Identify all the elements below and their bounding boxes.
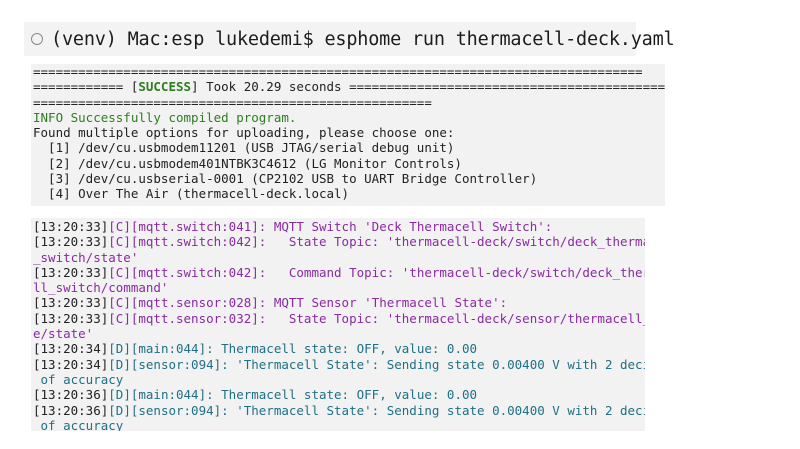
log-output-panel: [13:20:33][C][mqtt.switch:041]: MQTT Swi…: [31, 218, 645, 431]
upload-option: [2] /dev/cu.usbmodem401NTBK3C4612 (LG Mo…: [33, 155, 462, 171]
log-timestamp: [13:20:33]: [33, 310, 109, 326]
log-message: [D][main:044]: Thermacell state: OFF, va…: [108, 341, 478, 357]
log-line: [13:20:33][C][mqtt.switch:042]: State To…: [31, 234, 645, 249]
success-prefix: ============ [: [33, 79, 139, 95]
log-line: [13:20:36][D][sensor:094]: 'Thermacell S…: [31, 403, 645, 418]
log-message: [C][mqtt.sensor:028]: MQTT Sensor 'Therm…: [108, 295, 508, 311]
log-line: [13:20:33][C][mqtt.switch:041]: MQTT Swi…: [31, 219, 645, 234]
log-timestamp: [13:20:36]: [33, 402, 109, 418]
log-timestamp: [13:20:33]: [33, 264, 109, 280]
log-timestamp: [13:20:33]: [33, 234, 109, 250]
success-line: ============ [SUCCESS] Took 20.29 second…: [31, 79, 665, 94]
compile-output-panel: ========================================…: [31, 64, 665, 206]
log-timestamp: [13:20:33]: [33, 295, 109, 311]
log-timestamp: [13:20:34]: [33, 341, 109, 357]
log-message: [D][sensor:094]: 'Thermacell State': Sen…: [108, 402, 645, 418]
log-timestamp: [13:20:36]: [33, 387, 109, 403]
log-message: ll_switch/command': [33, 280, 169, 296]
log-message: [C][mqtt.switch:041]: MQTT Switch 'Deck …: [108, 219, 553, 234]
info-line: INFO Successfully compiled program.: [33, 109, 297, 125]
log-line: [13:20:34][D][main:044]: Thermacell stat…: [31, 341, 645, 356]
log-message: [C][mqtt.switch:042]: State Topic: 'ther…: [108, 234, 645, 250]
success-suffix: ] Took 20.29 seconds ===================…: [191, 79, 665, 95]
log-line: e/state': [31, 326, 645, 341]
log-message: [D][sensor:094]: 'Thermacell State': Sen…: [108, 356, 645, 372]
log-message: [C][mqtt.switch:042]: Command Topic: 'th…: [108, 264, 645, 280]
log-timestamp: [13:20:34]: [33, 356, 109, 372]
success-label: SUCCESS: [138, 79, 192, 95]
separator-rule: ========================================…: [33, 94, 432, 110]
log-line: of accuracy: [31, 418, 645, 431]
log-line: _switch/state': [31, 250, 645, 265]
upload-option: [3] /dev/cu.usbserial-0001 (CP2102 USB t…: [33, 171, 538, 187]
log-lines: [13:20:33][C][mqtt.switch:041]: MQTT Swi…: [31, 218, 645, 431]
log-line: ll_switch/command': [31, 280, 645, 295]
upload-options-list: [1] /dev/cu.usbmodem11201 (USB JTAG/seri…: [31, 140, 665, 201]
log-message: [D][main:044]: Thermacell state: OFF, va…: [108, 387, 478, 403]
separator-rule: ========================================…: [33, 64, 643, 79]
log-message: of accuracy: [33, 371, 124, 387]
log-message: e/state': [33, 326, 94, 342]
log-line: [13:20:33][C][mqtt.sensor:032]: State To…: [31, 311, 645, 326]
log-message: [C][mqtt.sensor:032]: State Topic: 'ther…: [108, 310, 645, 326]
log-line: [13:20:36][D][main:044]: Thermacell stat…: [31, 387, 645, 402]
circle-icon: [31, 33, 43, 45]
command-bar: (venv) Mac:esp lukedemi$ esphome run the…: [24, 22, 675, 56]
upload-prompt-line: Found multiple options for uploading, pl…: [33, 125, 455, 141]
upload-option: [1] /dev/cu.usbmodem11201 (USB JTAG/seri…: [33, 140, 455, 156]
log-message: _switch/state': [33, 249, 139, 265]
log-message: of accuracy: [33, 417, 124, 431]
log-line: [13:20:33][C][mqtt.switch:042]: Command …: [31, 265, 645, 280]
log-line: [13:20:34][D][sensor:094]: 'Thermacell S…: [31, 357, 645, 372]
log-line: [13:20:33][C][mqtt.sensor:028]: MQTT Sen…: [31, 295, 645, 310]
command-text: (venv) Mac:esp lukedemi$ esphome run the…: [51, 28, 675, 50]
log-timestamp: [13:20:33]: [33, 219, 109, 234]
upload-option: [4] Over The Air (thermacell-deck.local): [33, 186, 350, 202]
log-line: of accuracy: [31, 372, 645, 387]
